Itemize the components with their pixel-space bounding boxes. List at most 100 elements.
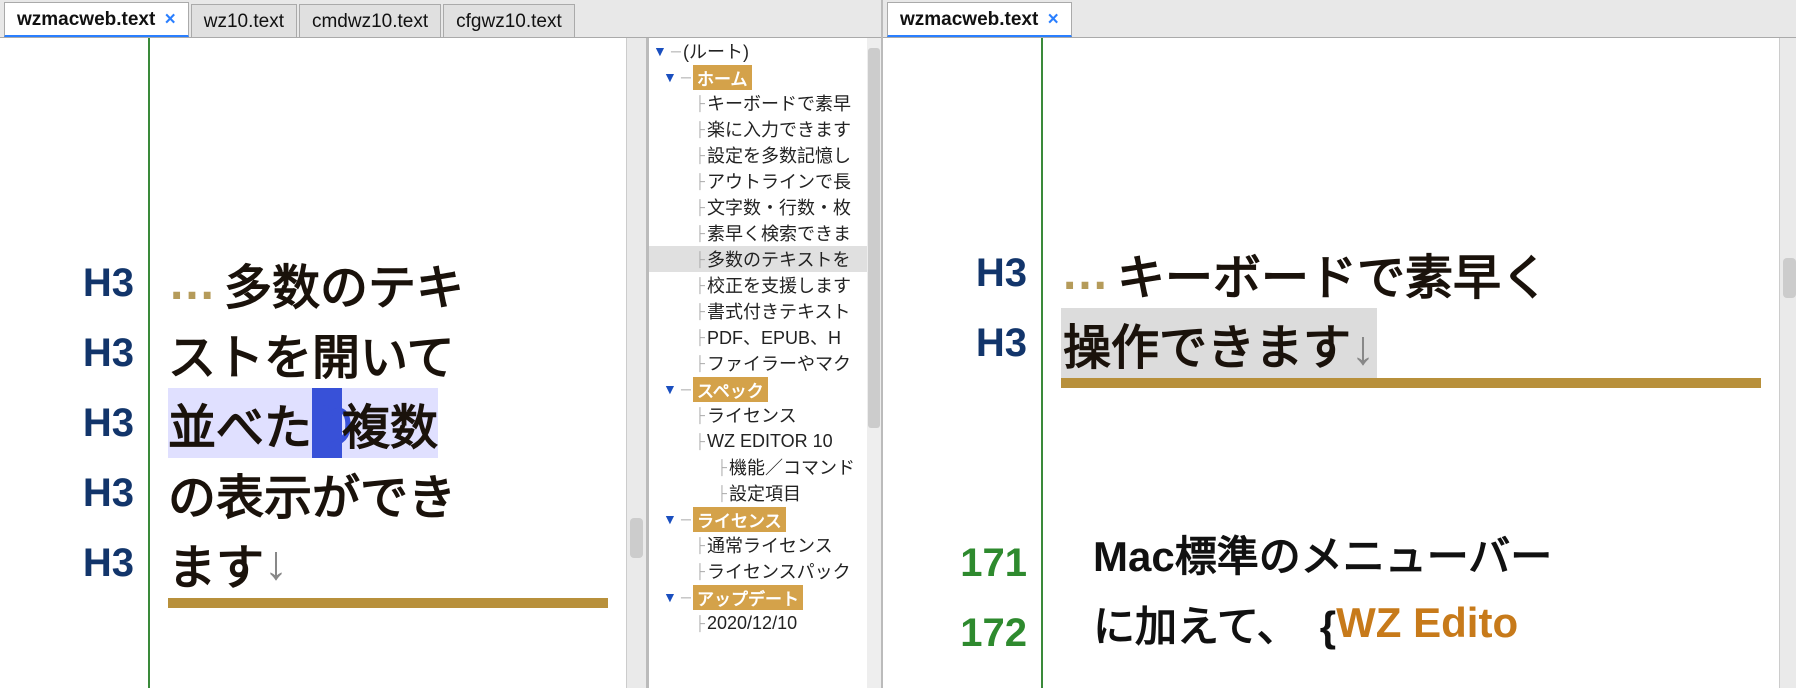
outline-item[interactable]: ├多数のテキストを xyxy=(649,246,881,272)
heading-underline xyxy=(1061,378,1761,388)
outline-scrollbar[interactable] xyxy=(867,38,881,688)
outline-item[interactable]: ├ライセンスパック xyxy=(649,558,881,584)
heading-line[interactable]: ストを開いて xyxy=(150,318,626,388)
heading-text: ます xyxy=(168,528,264,598)
heading-text: 複数 xyxy=(342,402,438,455)
outline-section-badge: アップデート xyxy=(693,585,803,610)
disclosure-triangle-icon[interactable]: ▼ xyxy=(663,69,679,85)
gutter-h3: H3 xyxy=(0,528,148,598)
outline-section-badge: ホーム xyxy=(693,65,752,90)
outline-item-label: 素早く検索できま xyxy=(707,220,851,246)
outline-item[interactable]: ├文字数・行数・枚 xyxy=(649,194,881,220)
scrollbar-thumb[interactable] xyxy=(868,48,880,428)
heading-line[interactable]: … キーボードで素早く xyxy=(1043,238,1779,308)
heading-underline xyxy=(168,598,608,608)
outline-item-label: 多数のテキストを xyxy=(707,246,850,272)
outline-item[interactable]: ├通常ライセンス xyxy=(649,532,881,558)
outline-item-label: 楽に入力できます xyxy=(707,116,851,142)
disclosure-triangle-icon[interactable]: ▼ xyxy=(663,381,679,397)
right-editor-scrollbar[interactable] xyxy=(1779,38,1796,688)
outline-item[interactable]: ├設定を多数記憶し xyxy=(649,142,881,168)
outline-item[interactable]: ├校正を支援します xyxy=(649,272,881,298)
body-line[interactable]: Mac標準のメニューバー xyxy=(1043,518,1779,588)
disclosure-triangle-icon[interactable]: ▼ xyxy=(663,589,679,605)
heading-text: 多数のテキ xyxy=(224,248,464,318)
gutter-h3: H3 xyxy=(0,458,148,528)
left-gutter: H3 H3 H3 H3 H3 xyxy=(0,38,150,688)
close-icon[interactable]: × xyxy=(1048,9,1059,30)
tab-cfgwz10[interactable]: cfgwz10.text xyxy=(443,4,575,37)
outline-item-label: ライセンスパック xyxy=(707,558,851,584)
heading-line[interactable]: の表示ができ xyxy=(150,458,626,528)
disclosure-triangle-icon[interactable]: ▼ xyxy=(663,511,679,527)
right-editor[interactable]: … キーボードで素早く 操作できます↓ Mac標準のメニューバー に加えて、 {… xyxy=(1043,38,1779,688)
right-gutter: H3 H3 171 172 xyxy=(883,38,1043,688)
outline-item-label: 文字数・行数・枚 xyxy=(707,194,851,220)
outline-item-label: キーボードで素早 xyxy=(707,90,851,116)
body-line[interactable]: に加えて、 {WZ Edito xyxy=(1043,588,1779,658)
left-editor[interactable]: … 多数のテキ ストを開いて 並べたり複数 の表示ができ ます ↓ xyxy=(150,38,626,688)
heading-line[interactable]: 操作できます↓ xyxy=(1043,308,1779,378)
outline-root-label: (ルート) xyxy=(683,38,749,64)
left-body: H3 H3 H3 H3 H3 … 多数のテキ ストを開いて 並べたり複数 xyxy=(0,38,881,688)
inline-link[interactable]: WZ Edito xyxy=(1336,599,1518,647)
outline-item[interactable]: ├素早く検索できま xyxy=(649,220,881,246)
outline-item-label: 設定を多数記憶し xyxy=(707,142,851,168)
tab-label: cmdwz10.text xyxy=(312,11,428,32)
scrollbar-thumb[interactable] xyxy=(630,518,643,558)
tab-label: wz10.text xyxy=(204,11,284,32)
right-pane: wzmacweb.text × H3 H3 171 172 … キーボードで素早… xyxy=(883,0,1796,688)
tab-cmdwz10[interactable]: cmdwz10.text xyxy=(299,4,441,37)
outline-item[interactable]: ├PDF、EPUB、H xyxy=(649,324,881,350)
outline-item-label: 設定項目 xyxy=(729,480,801,506)
outline-item[interactable]: ▼─ホーム xyxy=(649,64,881,90)
outline-item-label: アウトラインで長 xyxy=(707,168,851,194)
gutter-h3: H3 xyxy=(883,238,1041,308)
left-editor-scrollbar[interactable] xyxy=(626,38,646,688)
selection-range: 並べたり複数 xyxy=(168,388,438,458)
outline-item[interactable]: ├機能／コマンド xyxy=(649,454,881,480)
right-tabbar: wzmacweb.text × xyxy=(883,0,1796,38)
tab-wzmacweb[interactable]: wzmacweb.text × xyxy=(887,2,1072,37)
outline-item-label: 機能／コマンド xyxy=(729,454,855,480)
heading-line[interactable]: 並べたり複数 xyxy=(150,388,626,458)
outline-panel: ▼─(ルート)▼─ホーム├キーボードで素早├楽に入力できます├設定を多数記憶し├… xyxy=(646,38,881,688)
heading-text: の表示ができ xyxy=(168,458,456,528)
outline-item[interactable]: ▼─アップデート xyxy=(649,584,881,610)
gutter-h3: H3 xyxy=(0,388,148,458)
outline-item[interactable]: ├2020/12/10 xyxy=(649,610,881,636)
disclosure-triangle-icon[interactable]: ▼ xyxy=(653,43,669,59)
body-text: に加えて、 { xyxy=(1093,593,1336,654)
heading-line[interactable]: ます ↓ xyxy=(150,528,626,598)
outline-item[interactable]: ├キーボードで素早 xyxy=(649,90,881,116)
outline-item[interactable]: ├楽に入力できます xyxy=(649,116,881,142)
outline-item-label: 通常ライセンス xyxy=(707,532,833,558)
text-caret: り xyxy=(312,388,342,458)
gutter-linenum: 172 xyxy=(883,598,1041,668)
body-text: Mac標準のメニューバー xyxy=(1093,523,1552,584)
outline-section-badge: ライセンス xyxy=(693,507,786,532)
outline-item[interactable]: ├アウトラインで長 xyxy=(649,168,881,194)
gutter-h3: H3 xyxy=(883,308,1041,378)
outline-item[interactable]: ▼─(ルート) xyxy=(649,38,881,64)
outline-item[interactable]: ├設定項目 xyxy=(649,480,881,506)
heading-line[interactable]: … 多数のテキ xyxy=(150,248,626,318)
selection-range: 操作できます↓ xyxy=(1061,308,1377,378)
outline-item[interactable]: ├WZ EDITOR 10 xyxy=(649,428,881,454)
close-icon[interactable]: × xyxy=(165,9,176,30)
outline-item[interactable]: ├書式付きテキスト xyxy=(649,298,881,324)
tab-label: wzmacweb.text xyxy=(900,9,1038,30)
outline-item[interactable]: ▼─ライセンス xyxy=(649,506,881,532)
outline-item[interactable]: ▼─スペック xyxy=(649,376,881,402)
left-tabbar: wzmacweb.text × wz10.text cmdwz10.text c… xyxy=(0,0,881,38)
right-body: H3 H3 171 172 … キーボードで素早く 操作できます↓ xyxy=(883,38,1796,688)
tab-wzmacweb[interactable]: wzmacweb.text × xyxy=(4,2,189,37)
outline-item[interactable]: ├ライセンス xyxy=(649,402,881,428)
outline-item-label: ライセンス xyxy=(707,402,797,428)
outline-item-label: 2020/12/10 xyxy=(707,613,797,634)
tab-wz10[interactable]: wz10.text xyxy=(191,4,297,37)
ellipsis-icon: … xyxy=(1061,246,1111,301)
scrollbar-thumb[interactable] xyxy=(1783,258,1796,298)
outline-item-label: 校正を支援します xyxy=(707,272,851,298)
outline-item[interactable]: ├ファイラーやマク xyxy=(649,350,881,376)
